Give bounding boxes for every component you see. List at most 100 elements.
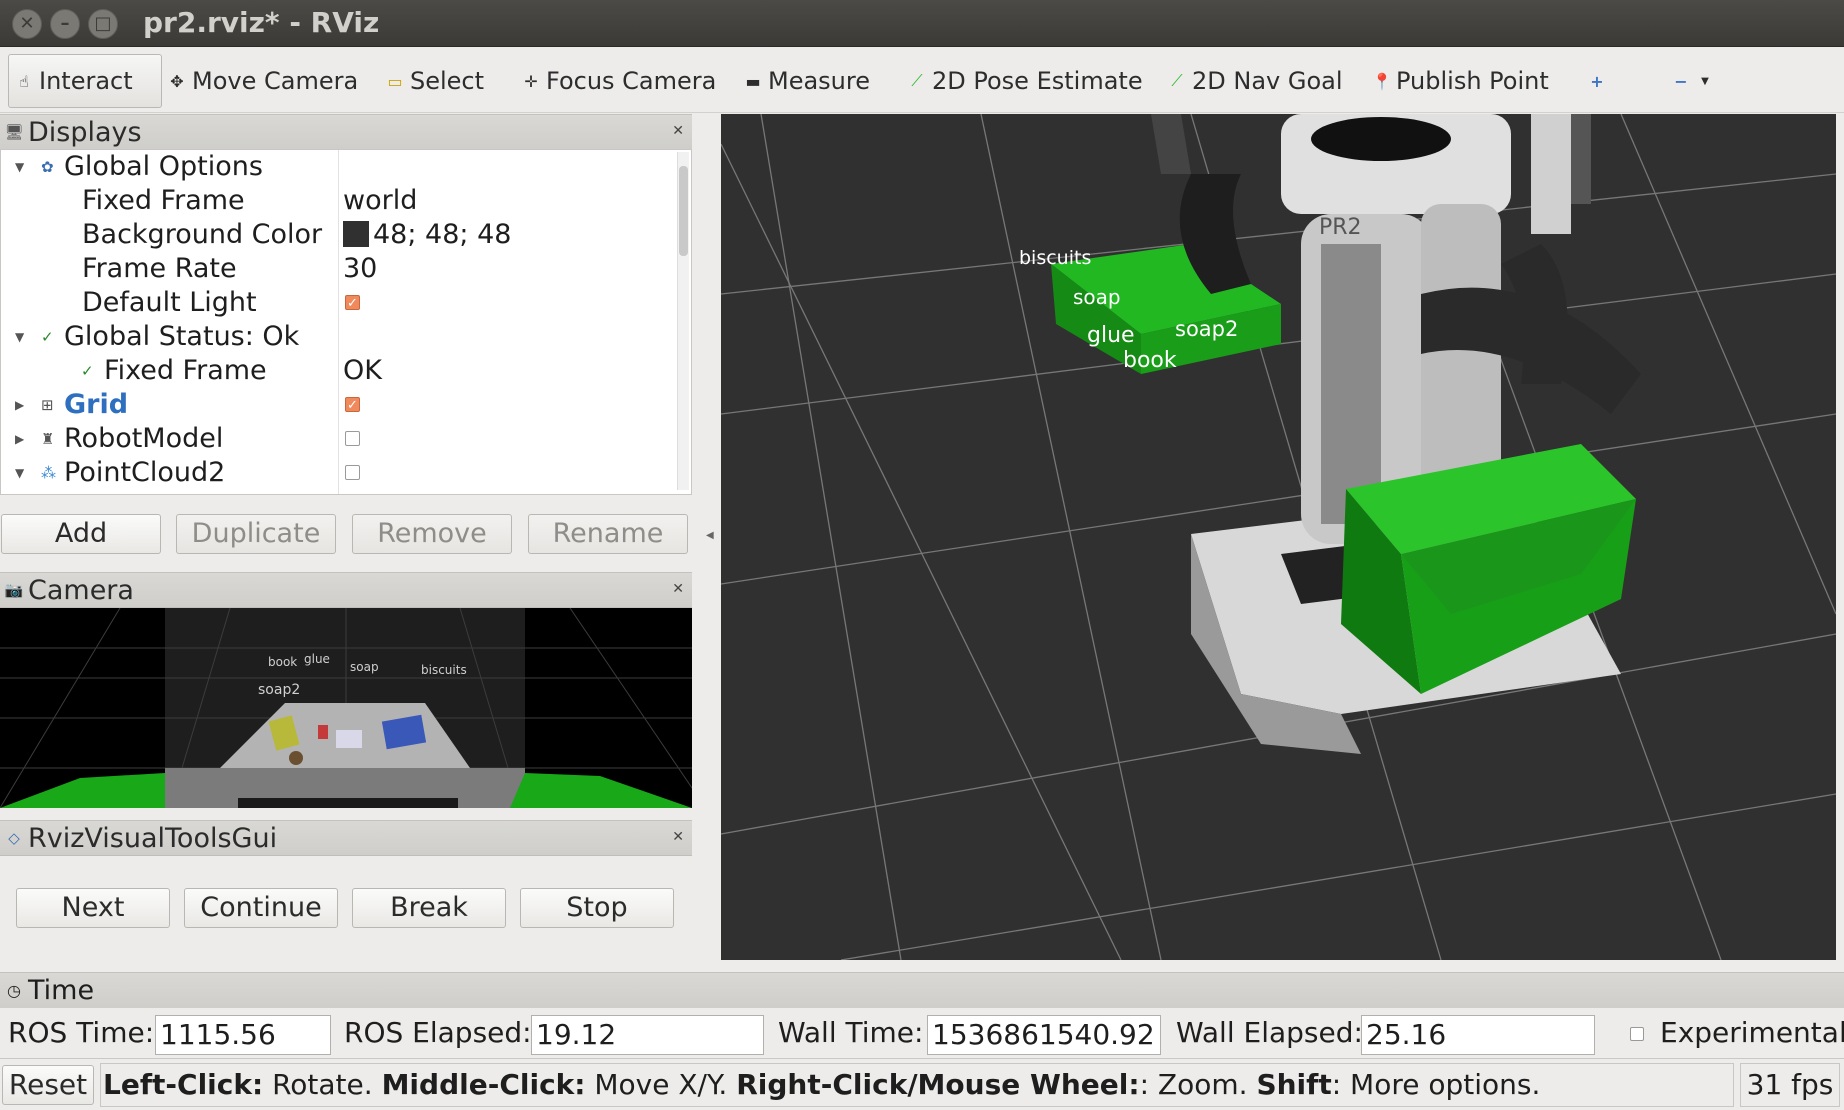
row-label: RobotModel (64, 423, 224, 454)
ros-elapsed-field[interactable]: 19.12 (531, 1015, 764, 1055)
ros-time-field[interactable]: 1115.56 (155, 1015, 331, 1055)
tool-label: Measure (768, 67, 870, 95)
green-arrow-icon: ⟋ (1171, 71, 1183, 90)
break-button[interactable]: Break (352, 888, 506, 928)
default-light-checkbox[interactable] (345, 287, 360, 321)
maximize-window-button[interactable]: □ (88, 9, 118, 39)
chevron-down-icon: ▼ (1701, 75, 1709, 87)
expand-arrow-icon[interactable]: ▶ (15, 422, 24, 456)
time-panel: ROS Time: 1115.56 ROS Elapsed: 19.12 Wal… (0, 1008, 1844, 1058)
plus-icon: + (1590, 71, 1604, 91)
fps-display: 31 fps (1740, 1063, 1840, 1107)
background-color-value[interactable]: 48; 48; 48 (343, 218, 511, 252)
grid-checkbox[interactable] (345, 389, 360, 423)
camera-label-glue: glue (304, 652, 330, 666)
hint-bold: Right-Click/Mouse Wheel: (736, 1068, 1140, 1101)
continue-button[interactable]: Continue (184, 888, 338, 928)
gear-icon: ✿ (41, 158, 54, 176)
tool-publish-point[interactable]: 📍 Publish Point (1372, 54, 1549, 108)
toolbar: ☝ Interact ✥ Move Camera ▭ Select ✛ Focu… (0, 48, 1844, 113)
wall-time-field[interactable]: 1536861540.92 (927, 1015, 1161, 1055)
row-label: Background Color (82, 219, 323, 250)
tool-measure[interactable]: ▬ Measure (744, 54, 870, 108)
tree-row-pointcloud2[interactable]: ▼ ⁂ PointCloud2 (1, 456, 677, 490)
expand-arrow-icon[interactable]: ▼ (15, 150, 24, 184)
tool-select[interactable]: ▭ Select (386, 54, 484, 108)
tree-row-global-options[interactable]: ▼ ✿ Global Options (1, 150, 677, 184)
tool-2d-nav-goal[interactable]: ⟋ 2D Nav Goal (1168, 54, 1342, 108)
time-panel-header: ◷ Time (0, 972, 1844, 1008)
expand-arrow-icon[interactable]: ▼ (15, 320, 24, 354)
scrollbar-thumb[interactable] (679, 166, 688, 256)
hint-bold: Middle-Click: (381, 1068, 586, 1101)
camera-label-book: book (268, 655, 297, 669)
close-window-button[interactable]: ✕ (12, 9, 42, 39)
rviz-tools-panel-header: ◇ RvizVisualToolsGui ✕ (0, 820, 692, 856)
tree-row-fixed-frame[interactable]: Fixed Frame world (1, 184, 677, 218)
displays-scrollbar[interactable] (677, 152, 689, 490)
red-pin-icon: 📍 (1372, 71, 1392, 91)
panel-title: Camera (28, 574, 134, 606)
expand-arrow-icon[interactable]: ▶ (15, 388, 24, 422)
tool-move-camera[interactable]: ✥ Move Camera (168, 54, 358, 108)
minimize-window-button[interactable]: – (50, 9, 80, 39)
status-value: OK (343, 355, 382, 386)
camera-image: book glue soap biscuits soap2 (0, 608, 692, 808)
tree-row-status-fixed-frame[interactable]: ✓ Fixed Frame OK (1, 354, 677, 388)
expand-arrow-icon[interactable]: ▼ (15, 456, 24, 490)
reset-button[interactable]: Reset (2, 1065, 94, 1105)
fixed-frame-value[interactable]: world (343, 184, 417, 218)
next-button[interactable]: Next (16, 888, 170, 928)
label-book: book (1123, 348, 1177, 373)
diamond-icon: ◇ (8, 829, 20, 847)
tool-label: Interact (39, 67, 133, 95)
tree-row-robotmodel[interactable]: ▶ ♜ RobotModel (1, 422, 677, 456)
camera-view[interactable]: book glue soap biscuits soap2 (0, 608, 692, 808)
tool-focus-camera[interactable]: ✛ Focus Camera (522, 54, 716, 108)
tree-row-grid[interactable]: ▶ ⊞ Grid (1, 388, 677, 423)
close-panel-icon[interactable]: ✕ (672, 581, 684, 597)
render-viewport[interactable]: PR2 biscuits soap glue soap2 book (721, 114, 1836, 960)
robotmodel-checkbox[interactable] (345, 431, 360, 446)
viewport-border-right (1836, 114, 1844, 960)
select-box-icon: ▭ (387, 71, 403, 91)
tool-label: Move Camera (192, 67, 359, 95)
tree-row-background-color[interactable]: Background Color 48; 48; 48 (1, 218, 677, 252)
green-arrow-icon: ⟋ (911, 71, 923, 90)
close-panel-icon[interactable]: ✕ (672, 123, 684, 139)
title-bar: ✕ – □ pr2.rviz* - RViz (0, 0, 1844, 47)
hint-text: Rotate. (263, 1068, 382, 1101)
wall-elapsed-field[interactable]: 25.16 (1361, 1015, 1595, 1055)
add-button[interactable]: Add (1, 514, 161, 554)
stop-button[interactable]: Stop (520, 888, 674, 928)
pointcloud2-checkbox[interactable] (345, 465, 360, 480)
scene-render: PR2 biscuits soap glue soap2 book (721, 114, 1836, 960)
camera-label-biscuits: biscuits (421, 663, 467, 677)
tree-row-global-status[interactable]: ▼ ✓ Global Status: Ok (1, 320, 677, 354)
tool-2d-pose-estimate[interactable]: ⟋ 2D Pose Estimate (908, 54, 1142, 108)
hint-text: : Zoom. (1139, 1068, 1257, 1101)
add-tool-button[interactable]: + (1588, 54, 1606, 108)
duplicate-button[interactable]: Duplicate (176, 514, 336, 554)
hand-pointer-icon: ☝ (19, 71, 29, 91)
row-label: Grid (64, 389, 129, 420)
wall-elapsed-label: Wall Elapsed: (1176, 1016, 1363, 1049)
camera-icon: 📷 (4, 581, 24, 599)
rename-button[interactable]: Rename (528, 514, 688, 554)
remove-tool-button[interactable]: − ▼ (1672, 54, 1714, 108)
frame-rate-value[interactable]: 30 (343, 252, 377, 286)
tree-row-frame-rate[interactable]: Frame Rate 30 (1, 252, 677, 286)
clock-icon: ◷ (7, 981, 21, 1000)
close-panel-icon[interactable]: ✕ (672, 829, 684, 845)
remove-button[interactable]: Remove (352, 514, 512, 554)
label-soap: soap (1073, 285, 1121, 309)
hint-bold: Shift (1256, 1068, 1332, 1101)
experimental-checkbox[interactable] (1630, 1027, 1644, 1041)
splitter-handle[interactable]: ◀ (706, 530, 714, 541)
label-biscuits: biscuits (1019, 247, 1091, 269)
tree-row-default-light[interactable]: Default Light (1, 286, 677, 321)
row-label: Fixed Frame (82, 185, 245, 216)
tool-interact[interactable]: ☝ Interact (8, 54, 162, 108)
check-icon: ✓ (81, 362, 94, 380)
panel-title: Time (28, 975, 95, 1006)
